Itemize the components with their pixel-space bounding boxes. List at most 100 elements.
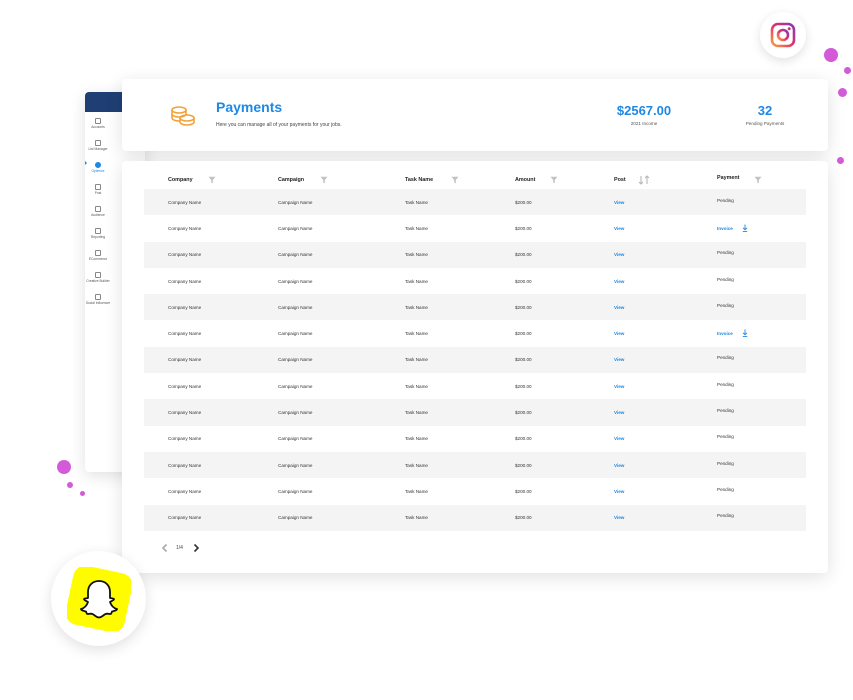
chevron-left-icon[interactable] [160,543,170,553]
amount-cell: $200.00 [515,304,532,310]
table-row: Company Name Campaign Name Task Name $200.0… [144,346,806,374]
company-cell: Company Name [168,331,202,337]
task-cell: Task Name [405,488,428,494]
download-icon[interactable] [742,329,748,338]
table-header: Company Campaign Task Name Amount Post Paymen… [144,169,806,191]
payment-status: Pending [717,434,734,440]
decor-dot [57,460,71,474]
column-header[interactable]: Company [168,169,193,191]
sidebar-item[interactable]: List Manager [85,140,111,162]
view-post-link[interactable]: View [614,505,624,531]
sidebar-item-label: ECommerce [88,257,108,261]
company-cell: Company Name [168,462,202,468]
decor-dot [824,48,838,62]
view-post-link[interactable]: View [614,452,624,478]
download-icon[interactable] [742,224,748,233]
table-row: Company Name Campaign Name Task Name $200.0… [144,294,806,321]
task-cell: Task Name [405,331,428,337]
amount-cell: $200.00 [515,225,532,231]
filter-icon[interactable] [550,176,558,184]
company-cell: Company Name [168,199,202,205]
chevron-right-icon[interactable] [191,543,201,553]
view-post-link[interactable]: View [614,399,624,425]
company-cell: Company Name [168,383,202,389]
campaign-cell: Campaign Name [278,383,313,389]
view-post-link[interactable]: View [614,373,624,399]
sidebar-item[interactable]: Social Influencer [85,294,111,316]
filter-icon[interactable] [754,176,762,184]
instagram-badge [760,12,806,58]
filter-icon[interactable] [208,176,216,184]
sort-icon[interactable] [638,175,650,185]
column-header[interactable]: Campaign [278,169,304,191]
view-post-link[interactable]: View [614,426,624,452]
view-post-link[interactable]: View [614,189,624,215]
sidebar-item[interactable]: Optimize [85,162,111,184]
sidebar-item[interactable]: Reporting [85,228,111,250]
view-post-link[interactable]: View [614,215,624,241]
view-post-link[interactable]: View [614,320,624,346]
company-cell: Company Name [168,252,202,258]
amount-cell: $200.00 [515,331,532,337]
sidebar-item-label: Audience [91,213,105,217]
payment-status: Pending [717,250,734,256]
column-header[interactable]: Payment [717,167,739,189]
column-header[interactable]: Amount [515,169,535,191]
task-cell: Task Name [405,462,428,468]
company-cell: Company Name [168,278,202,284]
view-post-link[interactable]: View [614,347,624,373]
view-post-link[interactable]: View [614,478,624,504]
campaign-cell: Campaign Name [278,436,313,442]
company-cell: Company Name [168,515,202,521]
income-value: $2567.00 [616,103,672,118]
view-post-link[interactable]: View [614,294,624,320]
page-indicator: 1/4 [176,545,183,551]
sidebar-item[interactable]: Audience [85,206,111,228]
invoice-link[interactable]: Invoice [717,215,733,241]
table-row: Company Name Campaign Name Task Name $200.0… [144,426,806,452]
decor-dot [844,67,851,74]
amount-cell: $200.00 [515,199,532,205]
filter-icon[interactable] [320,176,328,184]
nav-icon [95,162,101,168]
sidebar-item[interactable]: Accounts [85,118,111,140]
snapchat-badge [51,551,146,646]
campaign-cell: Campaign Name [278,199,313,205]
table-row: Company Name Campaign Name Task Name $200.0… [144,241,806,268]
table-row: Company Name Campaign Name Task Name $200.0… [144,504,806,531]
nav-icon [95,140,101,146]
amount-cell: $200.00 [515,410,532,416]
campaign-cell: Campaign Name [278,252,313,258]
page-title: Payments [216,99,283,115]
payment-status: Pending [717,276,734,282]
payment-status: Pending [717,197,734,203]
decor-dot [837,157,844,164]
view-post-link[interactable]: View [614,242,624,268]
invoice-link[interactable]: Invoice [717,320,733,346]
sidebar-item[interactable]: ECommerce [85,250,111,272]
column-header[interactable]: Post [614,169,626,191]
task-cell: Task Name [405,304,428,310]
sidebar-item[interactable]: Post [85,184,111,206]
filter-icon[interactable] [451,176,459,184]
task-cell: Task Name [405,225,428,231]
amount-cell: $200.00 [515,462,532,468]
company-cell: Company Name [168,357,202,363]
view-post-link[interactable]: View [614,268,624,294]
nav-icon [95,206,101,212]
column-header[interactable]: Task Name [405,169,433,191]
sidebar-item-label: Accounts [91,125,105,129]
decor-dot [67,482,73,488]
table-row: Company Name Campaign Name Task Name $200.0… [144,451,806,479]
campaign-cell: Campaign Name [278,304,313,310]
sidebar-item-label: Post [94,191,102,195]
payment-status: Pending [717,381,734,387]
sidebar-item[interactable]: Creative Builder [85,272,111,294]
sidebar-item-label: Creative Builder [86,279,110,283]
sidebar-item-label: List Manager [88,147,108,151]
campaign-cell: Campaign Name [278,515,313,521]
table-row: Company Name Campaign Name Task Name $200.0… [144,215,806,241]
task-cell: Task Name [405,252,428,258]
table-row: Company Name Campaign Name Task Name $200.0… [144,373,806,399]
amount-cell: $200.00 [515,252,532,258]
